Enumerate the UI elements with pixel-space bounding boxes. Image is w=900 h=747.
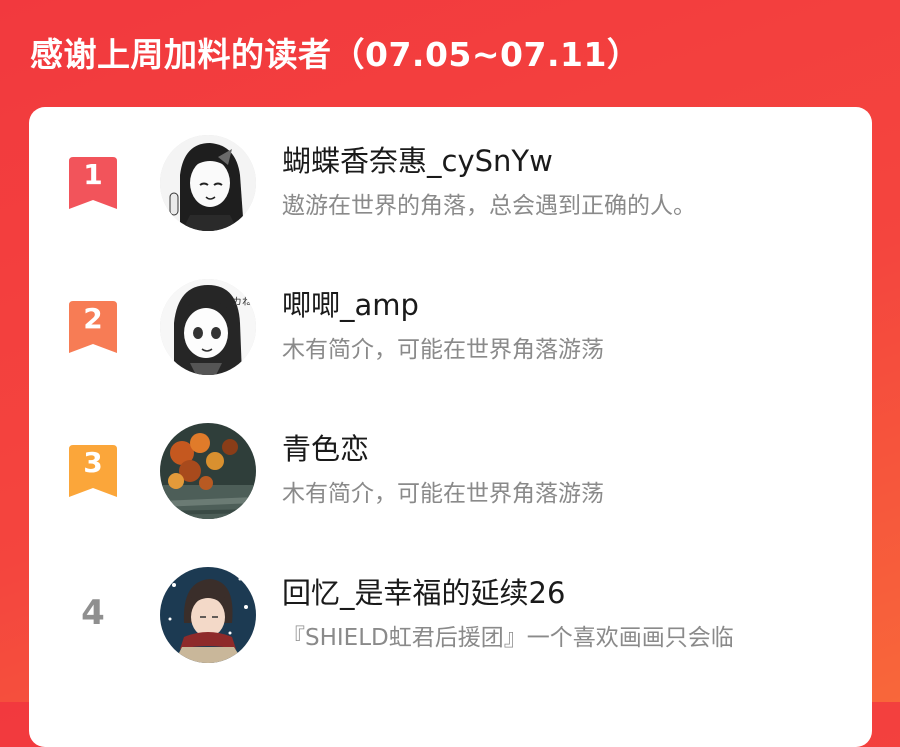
reader-bio: 木有简介，可能在世界角落游荡 <box>282 481 604 507</box>
rank-number: 3 <box>83 446 103 479</box>
rank-badge-2: 2 <box>69 301 117 353</box>
reader-name[interactable]: 蝴蝶香奈惠_cySnYw <box>282 141 553 181</box>
reader-row-4[interactable]: 4 回忆_是幸福的延续26 『SHIELD虹君后援团』一个喜欢画画只会临 <box>29 555 872 675</box>
reader-row-2[interactable]: 2 カね? 唧唧_amp 木有简介，可能在世界角落游荡 <box>29 267 872 387</box>
avatar[interactable] <box>160 423 256 519</box>
rank-number: 2 <box>83 302 103 335</box>
avatar[interactable]: カね? <box>160 279 256 375</box>
avatar-manga-girl-icon <box>160 135 256 231</box>
reader-name[interactable]: 回忆_是幸福的延续26 <box>282 573 565 613</box>
avatar[interactable] <box>160 135 256 231</box>
svg-text:カね?: カね? <box>232 296 256 308</box>
avatar-anime-girl-icon: カね? <box>160 279 256 375</box>
rank-number: 4 <box>81 593 105 633</box>
rank-number: 1 <box>83 158 103 191</box>
rank-badge-1: 1 <box>69 157 117 209</box>
reader-ranking-card: 1 蝴蝶香奈惠_cySnYw 遨游在世界的角落，总会遇到正确的人。 2 カね? … <box>29 107 872 747</box>
reader-bio: 『SHIELD虹君后援团』一个喜欢画画只会临 <box>282 625 734 651</box>
reader-name[interactable]: 唧唧_amp <box>282 285 419 325</box>
reader-bio: 遨游在世界的角落，总会遇到正确的人。 <box>282 193 696 219</box>
reader-row-3[interactable]: 3 青色恋 木有简介，可能在世界角落游荡 <box>29 411 872 531</box>
avatar-boy-scarf-icon <box>160 567 256 663</box>
reader-bio: 木有简介，可能在世界角落游荡 <box>282 337 604 363</box>
reader-name[interactable]: 青色恋 <box>282 429 369 469</box>
avatar[interactable] <box>160 567 256 663</box>
reader-row-1[interactable]: 1 蝴蝶香奈惠_cySnYw 遨游在世界的角落，总会遇到正确的人。 <box>29 123 872 243</box>
avatar-autumn-leaves-icon <box>160 423 256 519</box>
rank-badge-3: 3 <box>69 445 117 497</box>
page-title: 感谢上周加料的读者（07.05~07.11） <box>30 35 641 74</box>
